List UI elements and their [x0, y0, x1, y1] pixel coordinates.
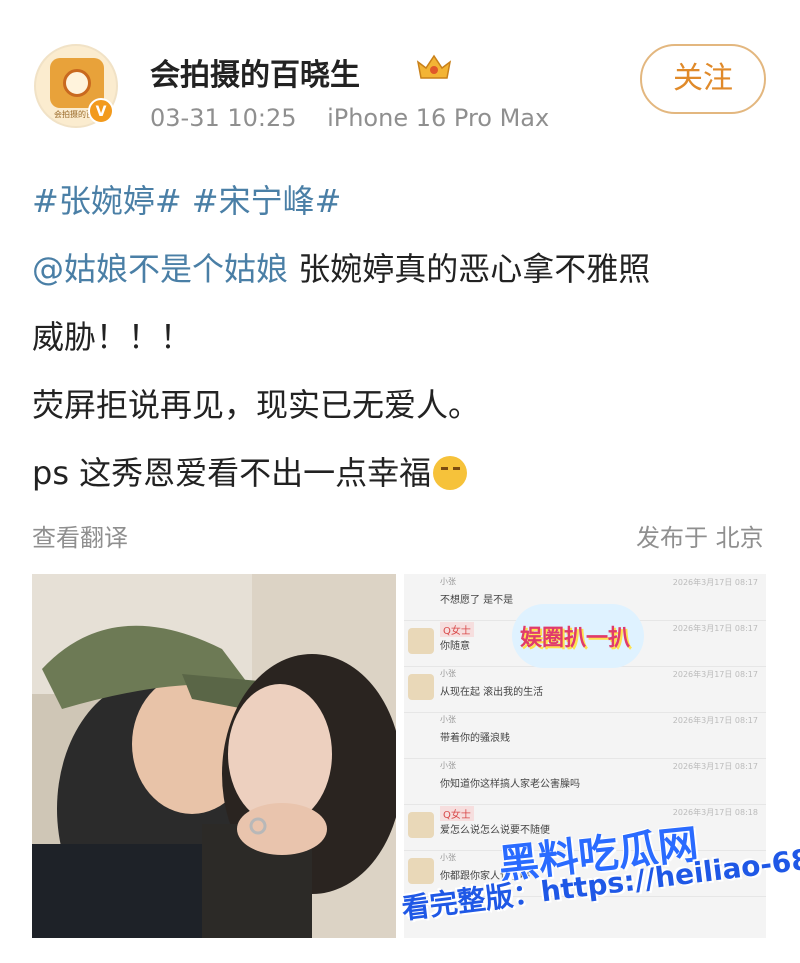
chat-avatar	[408, 858, 434, 884]
post-image-couple[interactable]	[32, 574, 396, 938]
thinking-face-icon	[433, 456, 468, 490]
post-text-line-4: ps 这秀恩爱看不出一点幸福	[32, 448, 468, 494]
chat-message: 从现在起 滚出我的生活	[440, 687, 544, 698]
post-text-line-4-text: ps 这秀恩爱看不出一点幸福	[32, 454, 432, 492]
chat-time: 2026年3月17日 08:17	[672, 670, 758, 679]
post-text-line-1-rest: 张婉婷真的恶心拿不雅照	[288, 250, 651, 288]
chat-time: 2026年3月17日 08:17	[672, 578, 758, 587]
chat-time: 2026年3月17日 08:17	[672, 762, 758, 771]
chat-message: 带着你的骚浪贱	[440, 733, 510, 744]
crown-icon	[416, 54, 452, 79]
chat-sender: 小张	[440, 853, 456, 862]
chat-sender: 小张	[440, 761, 456, 770]
chat-message: 你知道你这样搞人家老公害臊吗	[440, 779, 580, 790]
follow-button[interactable]: 关注	[640, 44, 766, 114]
post-device: iPhone 16 Pro Max	[327, 104, 550, 132]
chat-sender: 小张	[440, 715, 456, 724]
post-timestamp: 03-31 10:25	[150, 104, 297, 132]
topic-tags[interactable]: #张婉婷# #宋宁峰#	[32, 176, 341, 222]
verified-badge-icon: V	[88, 98, 114, 124]
post-text-line-2: 威胁！！！	[32, 318, 193, 356]
chat-sender: 小张	[440, 669, 456, 678]
chat-sender: Q女士	[440, 622, 474, 637]
chat-time: 2026年3月17日 08:17	[672, 716, 758, 725]
post-location: 发布于 北京	[636, 524, 764, 552]
chat-message: 不想愿了 是不是	[440, 595, 514, 606]
post-meta: 03-31 10:25 iPhone 16 Pro Max	[150, 104, 549, 132]
chat-avatar	[408, 812, 434, 838]
chat-time: 2026年3月17日 08:17	[672, 624, 758, 633]
chat-row: 小张 你知道你这样搞人家老公害臊吗 2026年3月17日 08:17	[404, 758, 766, 805]
post-text-line-1: @姑娘不是个姑娘 张婉婷真的恶心拿不雅照	[32, 244, 650, 290]
chat-avatar	[408, 628, 434, 654]
translate-link[interactable]: 查看翻译	[32, 518, 128, 553]
mention-link[interactable]: @姑娘不是个姑娘	[32, 250, 288, 288]
post-text-line-3: 荧屏拒说再见，现实已无爱人。	[32, 386, 481, 424]
chat-message: 你随意	[440, 641, 470, 652]
chat-row: 小张 从现在起 滚出我的生活 2026年3月17日 08:17	[404, 666, 766, 713]
chat-avatar	[408, 674, 434, 700]
couple-photo-illustration	[32, 574, 396, 938]
chat-sender: Q女士	[440, 806, 474, 821]
gossip-stamp-text: 娱圈扒一扒	[520, 626, 631, 651]
author-name[interactable]: 会拍摄的百晓生	[150, 50, 360, 94]
chat-row: 小张 带着你的骚浪贱 2026年3月17日 08:17	[404, 712, 766, 759]
chat-sender: 小张	[440, 577, 456, 586]
